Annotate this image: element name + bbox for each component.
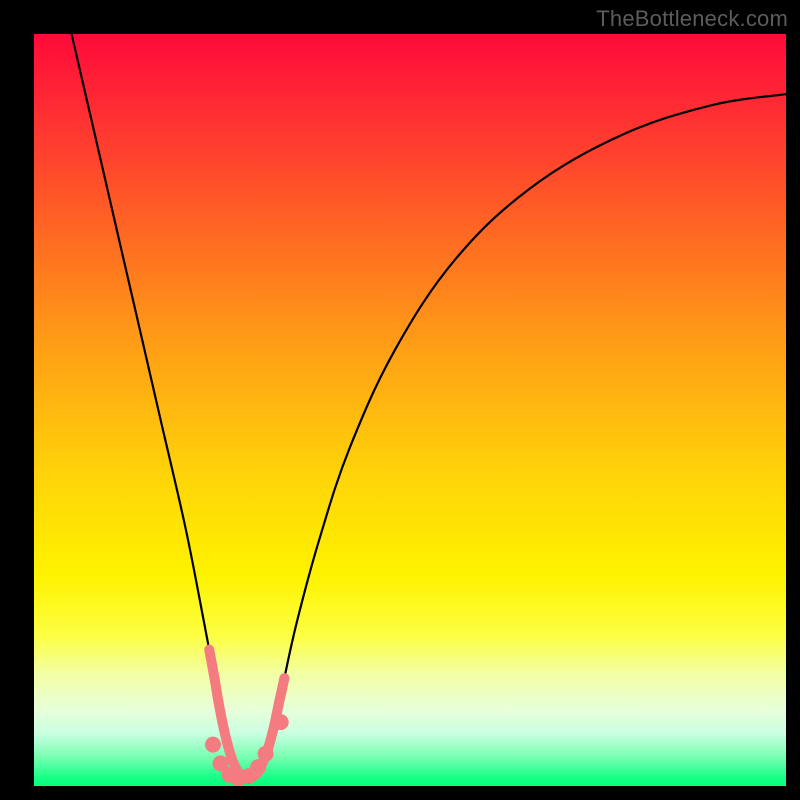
highlight-markers [205, 714, 289, 786]
curve-layer [34, 34, 786, 786]
attribution-label: TheBottleneck.com [596, 6, 788, 32]
marker-dot [205, 737, 221, 753]
marker-dot [273, 714, 289, 730]
marker-dot [258, 746, 274, 762]
marker-dot [250, 759, 266, 775]
bottleneck-curve [72, 34, 786, 779]
outer-frame: TheBottleneck.com [0, 0, 800, 800]
plot-area [34, 34, 786, 786]
